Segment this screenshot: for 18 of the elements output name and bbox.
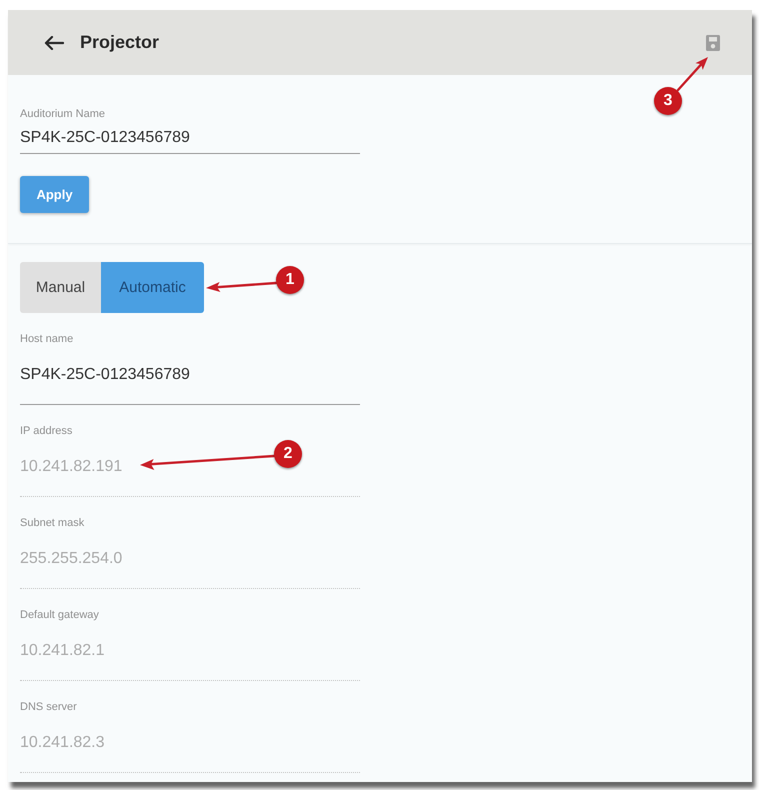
callout-badge: 2 (274, 440, 302, 468)
text-field: 10.241.82.1 (20, 641, 360, 681)
callout-badge: 3 (654, 86, 682, 114)
segment-button[interactable]: Manual (20, 262, 101, 313)
text-field: 255.255.254.0 (20, 549, 360, 589)
field-label: IP address (20, 424, 74, 438)
save-icon (706, 34, 720, 50)
text-field: 10.241.82.3 (20, 733, 360, 773)
back-arrow-icon (44, 36, 64, 50)
header-title: Projector (80, 32, 160, 53)
callout-badge: 1 (276, 266, 304, 294)
field-label: Host name (20, 332, 74, 346)
text-field[interactable]: SP4K-25C-0123456789 (20, 128, 360, 154)
field-label: Default gateway (20, 608, 100, 622)
field-label: Auditorium Name (20, 107, 106, 121)
text-field[interactable]: SP4K-25C-0123456789 (20, 365, 360, 405)
field-label: Subnet mask (20, 516, 86, 530)
field-label: DNS server (20, 700, 78, 714)
